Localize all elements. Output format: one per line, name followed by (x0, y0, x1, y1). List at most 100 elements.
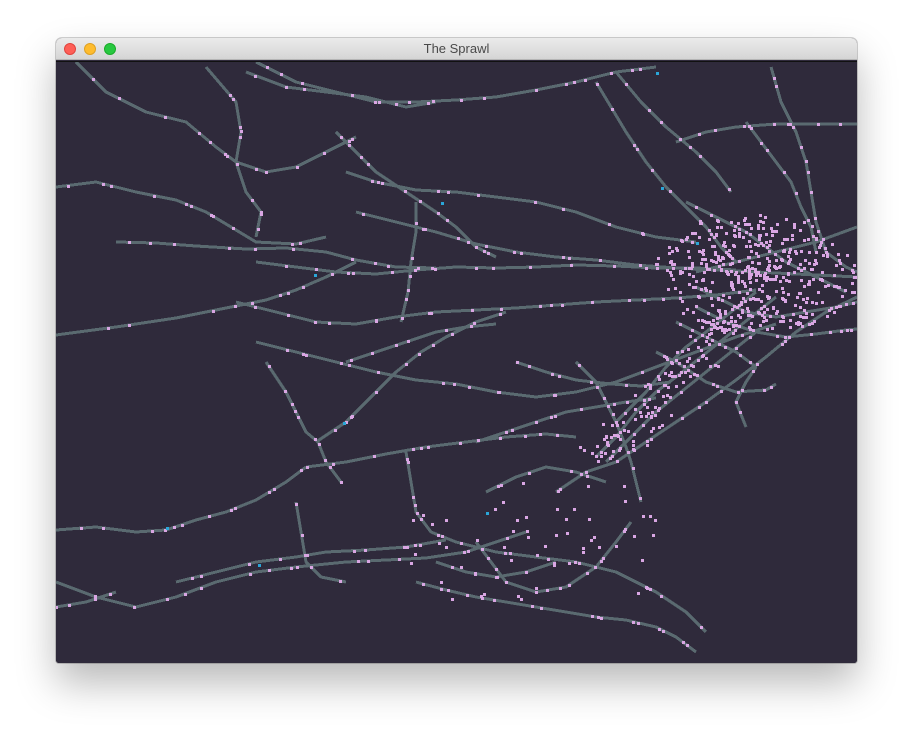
road-node (375, 391, 378, 394)
road-node (257, 228, 260, 231)
road-node (459, 442, 462, 445)
corridor-node (705, 357, 708, 360)
city-node (808, 262, 811, 265)
corridor-node (668, 374, 671, 377)
city-node (703, 271, 706, 274)
city-node (736, 306, 739, 309)
road-node (249, 573, 252, 576)
corridor-node (722, 321, 725, 324)
corridor-node (658, 407, 661, 410)
city-node (743, 219, 746, 222)
city-node (738, 235, 741, 238)
corridor-node (732, 324, 735, 327)
road-node (535, 421, 538, 424)
road-node (248, 563, 251, 566)
road-node (302, 286, 305, 289)
city-node (803, 309, 806, 312)
suburb-node (510, 559, 513, 562)
city-node (734, 320, 737, 323)
road-node (467, 241, 470, 244)
road-node (468, 386, 471, 389)
suburb-node (406, 546, 409, 549)
road-node (596, 386, 599, 389)
city-node (841, 295, 844, 298)
city-node (749, 288, 752, 291)
road-node (208, 515, 211, 518)
city-node (759, 214, 762, 217)
road-node (557, 490, 560, 493)
road-node (650, 438, 653, 441)
map-canvas[interactable] (56, 61, 857, 663)
city-node (765, 241, 768, 244)
road-node (710, 233, 713, 236)
road-node (184, 593, 187, 596)
corridor-node (639, 411, 642, 414)
road-node (499, 313, 502, 316)
suburb-node (512, 530, 515, 533)
city-node (668, 246, 671, 249)
city-node (811, 225, 814, 228)
city-node (799, 229, 802, 232)
suburb-node (654, 519, 657, 522)
city-node (795, 322, 798, 325)
road-node (419, 200, 422, 203)
road-node (829, 331, 832, 334)
road-node (689, 146, 692, 149)
road-node (657, 375, 660, 378)
suburb-node (566, 532, 569, 535)
suburb-node (495, 576, 498, 579)
suburb-node (568, 562, 571, 565)
road-node (240, 130, 243, 133)
city-node (808, 280, 811, 283)
suburb-node (535, 587, 538, 590)
road-node (268, 365, 271, 368)
road-node (524, 435, 527, 438)
road-node (735, 347, 738, 350)
city-node (755, 279, 758, 282)
city-node (746, 307, 749, 310)
corridor-node (717, 309, 720, 312)
road-node (562, 208, 565, 211)
city-node (789, 258, 792, 261)
road-node (68, 604, 71, 607)
road-node (236, 163, 239, 166)
window-title: The Sprawl (423, 41, 490, 56)
road-node (714, 129, 717, 132)
city-node (775, 290, 778, 293)
road-node (711, 339, 714, 342)
road-node (698, 133, 701, 136)
road-node (763, 389, 766, 392)
road-node (632, 621, 635, 624)
city-node (837, 286, 840, 289)
city-node (815, 302, 818, 305)
title-bar[interactable]: The Sprawl (56, 38, 857, 60)
city-node (844, 289, 847, 292)
suburb-node (645, 586, 648, 589)
road-node (568, 257, 571, 260)
suburb-node (525, 516, 528, 519)
corridor-node (678, 362, 681, 365)
road-node (535, 591, 538, 594)
corridor-node (689, 375, 692, 378)
corridor-node (663, 384, 666, 387)
road-node (381, 182, 384, 185)
city-node (838, 259, 841, 262)
city-node (715, 261, 718, 264)
road-node (615, 421, 618, 424)
city-node (814, 259, 817, 262)
city-node (695, 305, 698, 308)
road-node (499, 437, 502, 440)
road-node (608, 223, 611, 226)
road-node (810, 191, 813, 194)
road-node (94, 598, 97, 601)
road-node (447, 191, 450, 194)
road-node (657, 390, 660, 393)
city-node (802, 298, 805, 301)
city-node (749, 245, 752, 248)
road-node (637, 622, 640, 625)
city-node (787, 272, 790, 275)
road-node (714, 364, 717, 367)
corridor-node (705, 340, 708, 343)
city-node (759, 274, 762, 277)
suburb-node (412, 519, 415, 522)
